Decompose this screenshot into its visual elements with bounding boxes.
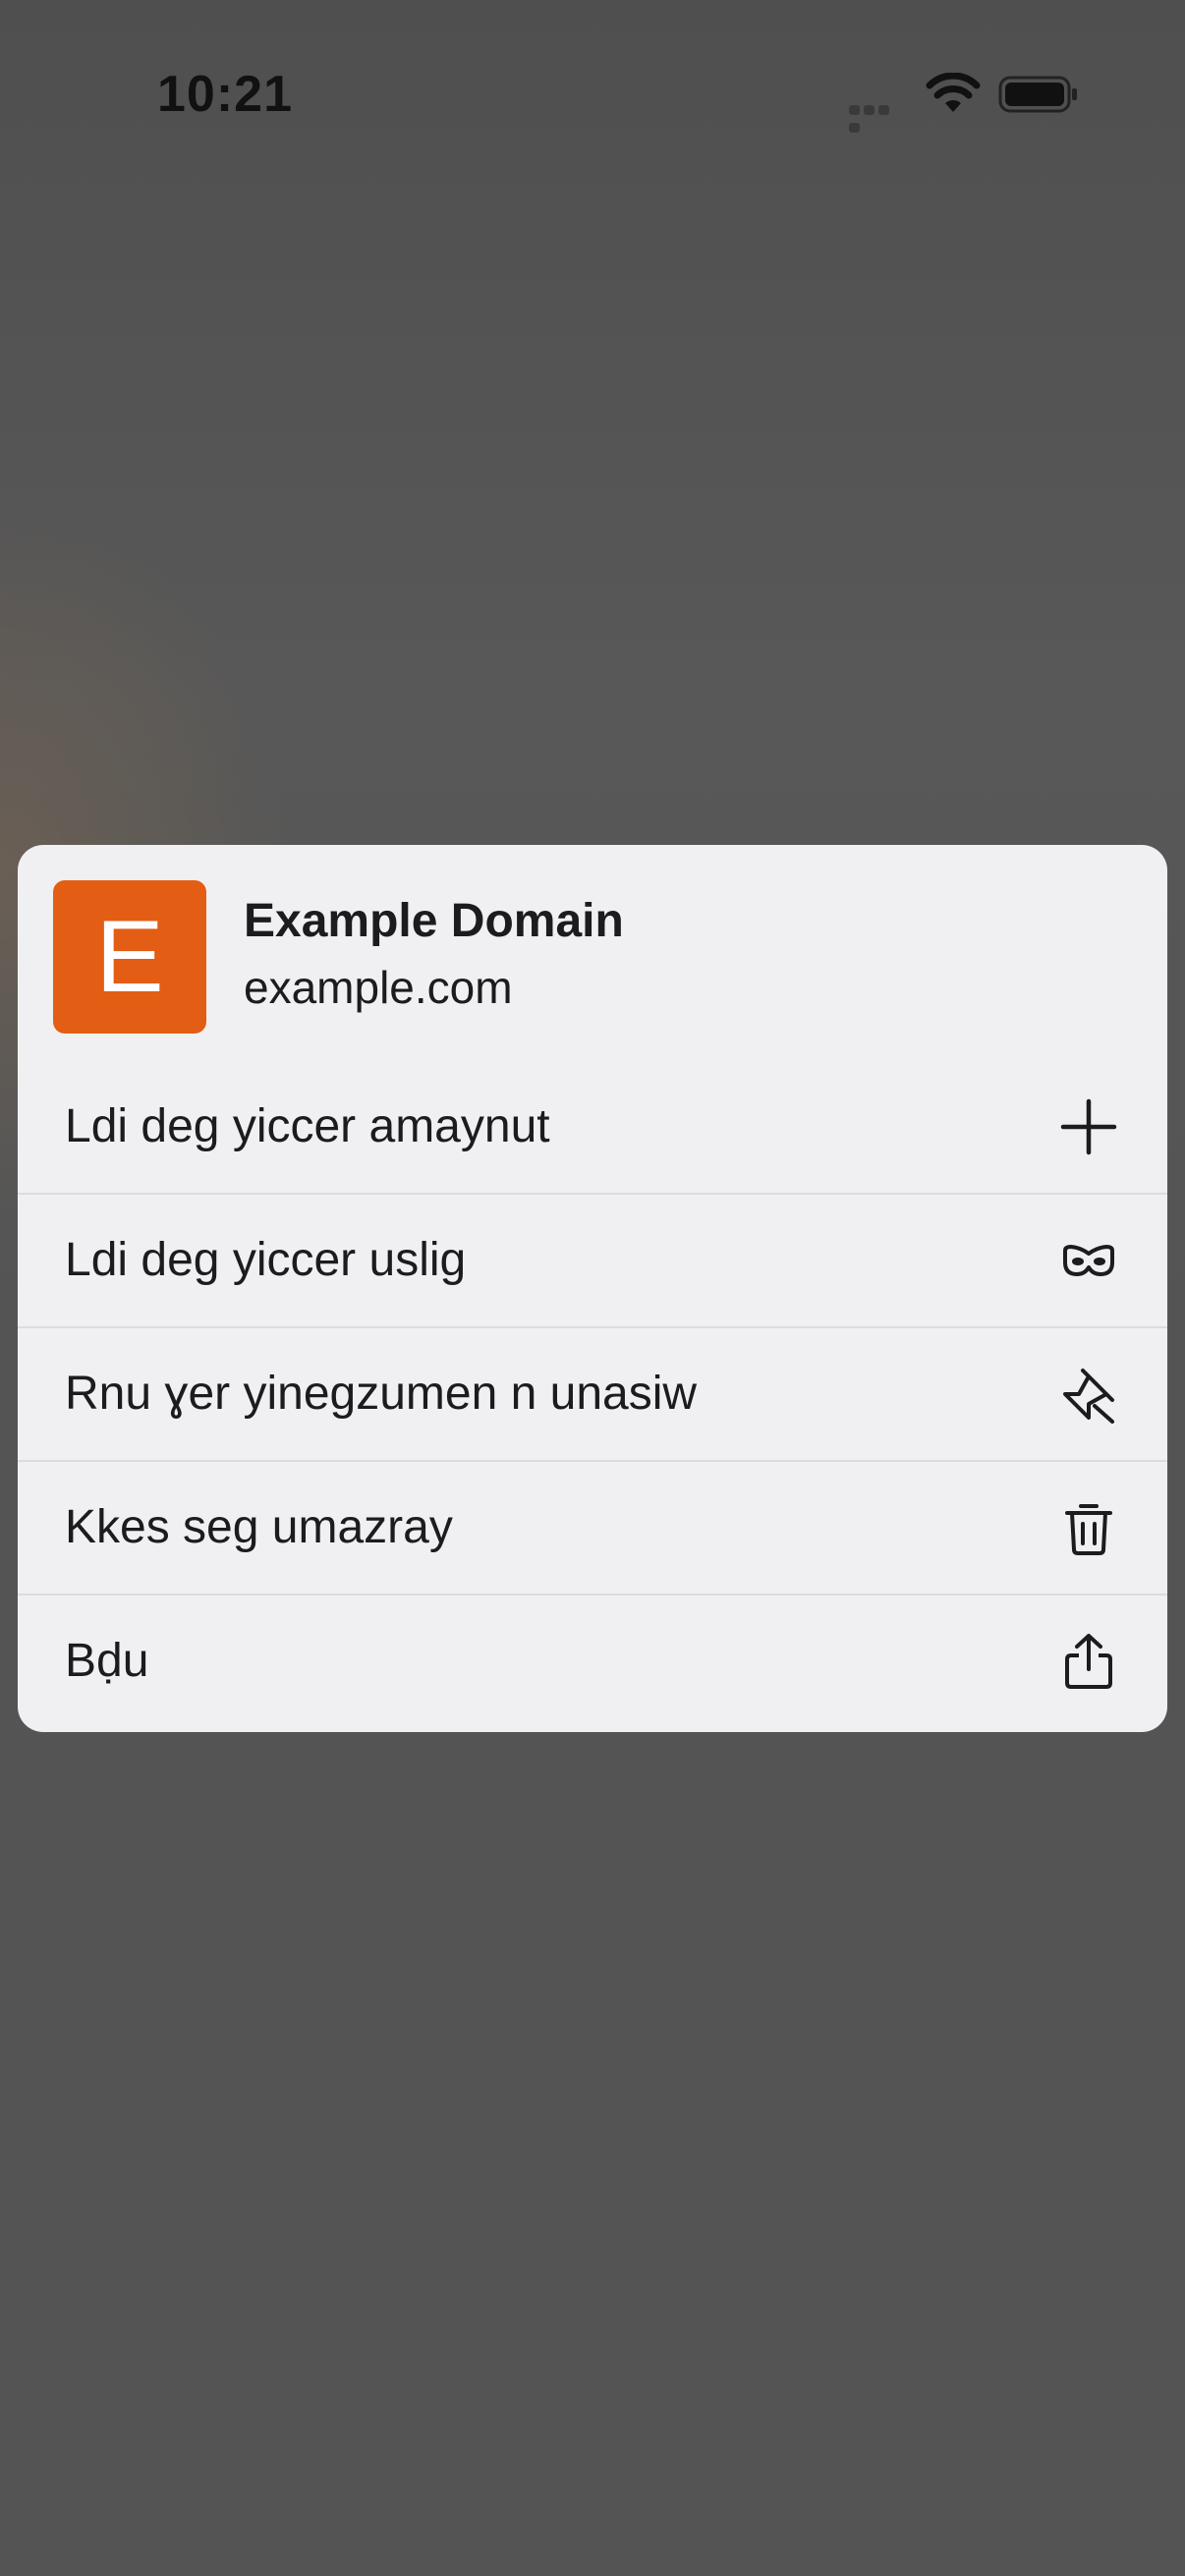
- menu-header: E Example Domain example.com: [18, 845, 1167, 1061]
- site-domain: example.com: [244, 962, 513, 1013]
- plus-icon: [1060, 1098, 1117, 1155]
- menu-item-open-new-tab[interactable]: Ldi deg yiccer amaynut: [18, 1061, 1167, 1193]
- menu-item-share[interactable]: Bḍu: [18, 1596, 1167, 1727]
- pin-icon: [1063, 1369, 1114, 1424]
- menu-item-label: Kkes seg umazray: [65, 1501, 453, 1553]
- menu-item-open-private-tab[interactable]: Ldi deg yiccer uslig: [18, 1195, 1167, 1326]
- menu-item-label: Bḍu: [65, 1635, 149, 1687]
- cellular-signal-icon: [849, 102, 906, 133]
- private-mask-icon: [1063, 1245, 1114, 1276]
- status-time: 10:21: [157, 66, 293, 123]
- site-title: Example Domain: [244, 895, 624, 947]
- site-favicon: E: [53, 880, 206, 1034]
- menu-item-label: Ldi deg yiccer amaynut: [65, 1100, 550, 1152]
- menu-item-label: Ldi deg yiccer uslig: [65, 1234, 467, 1286]
- battery-icon: [998, 76, 1077, 113]
- share-icon: [1065, 1634, 1112, 1689]
- menu-item-label: Rnu ɣer yinegzumen n unasiw: [65, 1368, 698, 1420]
- wifi-icon: [926, 73, 981, 112]
- trash-icon: [1065, 1504, 1112, 1555]
- status-bar: 10:21: [0, 0, 1185, 196]
- context-menu: E Example Domain example.com Ldi deg yic…: [18, 845, 1167, 1732]
- menu-item-pin-shortcut[interactable]: Rnu ɣer yinegzumen n unasiw: [18, 1328, 1167, 1460]
- menu-item-remove-history[interactable]: Kkes seg umazray: [18, 1462, 1167, 1594]
